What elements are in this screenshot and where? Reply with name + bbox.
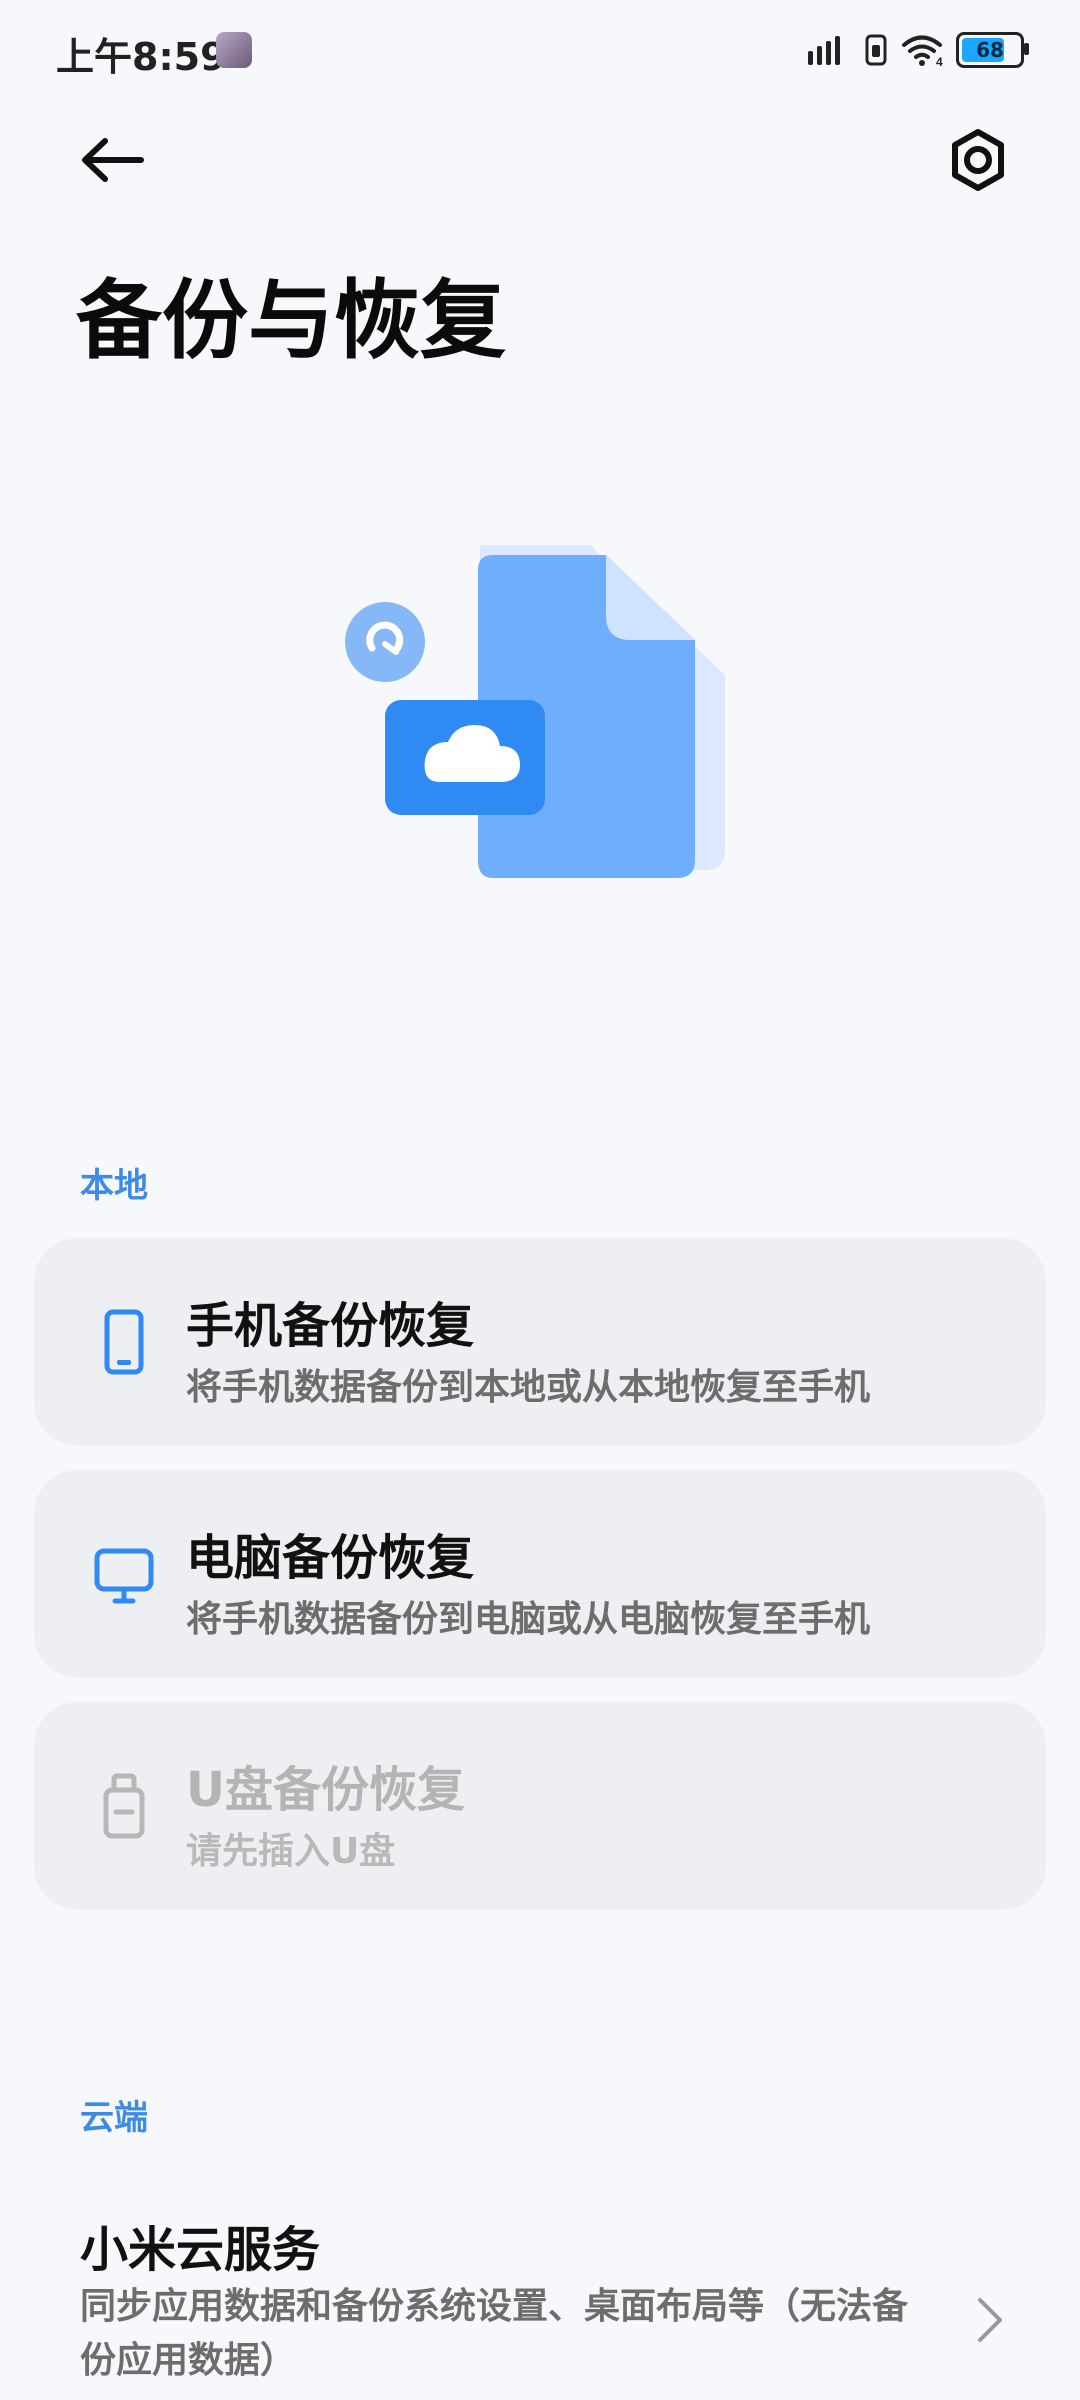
mi-cloud-title: 小米云服务 bbox=[80, 2222, 321, 2278]
phone-backup-card[interactable]: 手机备份恢复 将手机数据备份到本地或从本地恢复至手机 bbox=[34, 1238, 1046, 1446]
backup-illustration bbox=[345, 545, 725, 878]
battery-percentage: 68 bbox=[976, 38, 1004, 62]
status-icons: 4 68 bbox=[806, 30, 1029, 70]
status-bar: 上午8:59 4 68 bbox=[0, 0, 1080, 100]
gear-icon bbox=[952, 129, 1004, 191]
usb-backup-subtitle: 请先插入U盘 bbox=[186, 1831, 396, 1872]
wifi-icon: 4 bbox=[902, 35, 943, 67]
usb-backup-card: U盘备份恢复 请先插入U盘 bbox=[34, 1702, 1046, 1910]
signal-icon bbox=[808, 36, 840, 65]
mi-cloud-service-item[interactable]: 小米云服务 同步应用数据和备份系统设置、桌面布局等（无法备份应用数据） bbox=[0, 2180, 1080, 2400]
settings-button[interactable] bbox=[936, 118, 1020, 202]
phone-backup-subtitle: 将手机数据备份到本地或从本地恢复至手机 bbox=[186, 1367, 871, 1408]
phone-icon bbox=[84, 1302, 164, 1382]
back-button[interactable] bbox=[70, 118, 154, 202]
mi-cloud-subtitle: 同步应用数据和备份系统设置、桌面布局等（无法备份应用数据） bbox=[80, 2286, 909, 2381]
usb-backup-title: U盘备份恢复 bbox=[186, 1762, 465, 1818]
computer-icon bbox=[84, 1534, 164, 1614]
computer-backup-title: 电脑备份恢复 bbox=[186, 1530, 475, 1586]
battery-icon: 68 bbox=[956, 32, 1029, 68]
chevron-right-icon bbox=[978, 2298, 1002, 2342]
arrow-left-icon bbox=[82, 138, 144, 182]
section-label-cloud: 云端 bbox=[80, 2098, 148, 2138]
phone-backup-title: 手机备份恢复 bbox=[186, 1298, 475, 1354]
svg-text:4: 4 bbox=[936, 55, 943, 67]
notification-app-icon bbox=[216, 32, 252, 68]
sim-card-icon bbox=[865, 34, 887, 66]
backup-restore-screen: 上午8:59 4 68 备份与恢复 本地 手机备份恢复 将手机数据备份到本地或从… bbox=[0, 0, 1080, 2400]
computer-backup-subtitle: 将手机数据备份到电脑或从电脑恢复至手机 bbox=[186, 1599, 871, 1640]
page-title: 备份与恢复 bbox=[76, 271, 506, 371]
computer-backup-card[interactable]: 电脑备份恢复 将手机数据备份到电脑或从电脑恢复至手机 bbox=[34, 1470, 1046, 1678]
top-navigation bbox=[0, 110, 1080, 210]
usb-drive-icon bbox=[84, 1766, 164, 1846]
status-time: 上午8:59 bbox=[56, 35, 227, 79]
section-label-local: 本地 bbox=[80, 1166, 148, 1206]
